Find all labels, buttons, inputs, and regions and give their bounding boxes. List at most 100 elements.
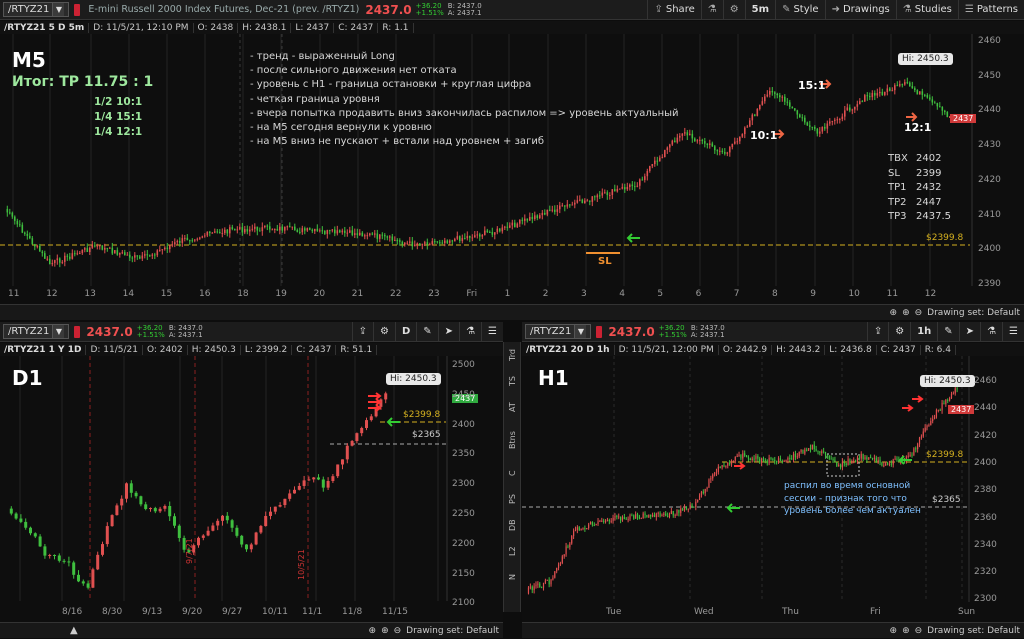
- candle: [230, 520, 234, 528]
- sidebar-tab-ts[interactable]: TS: [508, 368, 517, 394]
- sidebar-tab-c[interactable]: C: [508, 460, 517, 486]
- candle: [832, 459, 834, 461]
- x-tick-label: Tue: [606, 607, 622, 617]
- candle: [254, 226, 256, 229]
- zoom-out-icon[interactable]: ⊖: [394, 626, 402, 636]
- candle: [701, 139, 704, 142]
- h1-settings-button[interactable]: ⚙: [888, 322, 910, 341]
- candle: [29, 235, 31, 239]
- flask-icon: ⚗: [902, 4, 912, 15]
- sidebar-tab-ps[interactable]: PS: [508, 486, 517, 512]
- link-badge-icon[interactable]: [596, 325, 603, 338]
- h1-chart[interactable]: H1 Hi: 2450.3 $2399.8 $2365 2437 распил …: [522, 356, 1024, 622]
- candle: [509, 225, 511, 228]
- d1-studies-button[interactable]: ⚗: [459, 322, 481, 341]
- zoom-out-icon[interactable]: ⊖: [915, 626, 923, 636]
- candle: [121, 252, 124, 254]
- candle: [43, 546, 47, 556]
- flask-button[interactable]: ⚗: [700, 0, 723, 19]
- drawing-set-label[interactable]: Drawing set: Default: [927, 626, 1020, 636]
- candle: [171, 244, 174, 246]
- candle: [115, 505, 119, 516]
- sidebar-tab-l2[interactable]: L2: [508, 538, 517, 564]
- m5-chart[interactable]: M5 Итог: TP 11.75 : 1 1/2 10:1 1/4 15:1 …: [0, 34, 1024, 306]
- link-badge-icon[interactable]: [74, 3, 81, 16]
- zoom-in-icon[interactable]: ⊕: [381, 626, 389, 636]
- candle: [506, 226, 509, 228]
- candle: [704, 488, 706, 494]
- scroll-left-icon[interactable]: ▲: [70, 625, 78, 636]
- h1-studies-button[interactable]: ⚗: [980, 322, 1002, 341]
- y-tick-label: 2360: [974, 512, 997, 523]
- candle: [824, 126, 826, 129]
- candle: [496, 228, 499, 233]
- d1-symbol-selector[interactable]: /RTYZ21 ▼: [3, 324, 70, 339]
- candle: [909, 82, 911, 87]
- zoom-out-icon[interactable]: ⊖: [915, 308, 923, 318]
- sidebar-tab-trd[interactable]: Trd: [508, 342, 517, 368]
- h1-symbol-selector[interactable]: /RTYZ21 ▼: [525, 324, 592, 339]
- share-icon: ⇪: [358, 326, 367, 337]
- h1-drawings-button[interactable]: ➤: [958, 322, 980, 341]
- candle: [449, 240, 451, 243]
- d1-settings-button[interactable]: ⚙: [373, 322, 395, 341]
- candle: [273, 506, 277, 512]
- d1-drawings-button[interactable]: ➤: [437, 322, 459, 341]
- zoom-in-icon[interactable]: ⊕: [902, 626, 910, 636]
- patterns-button[interactable]: ☰ Patterns: [957, 0, 1024, 19]
- candle: [158, 508, 162, 512]
- candle: [534, 215, 536, 219]
- h1-timeframe-button[interactable]: 1h: [910, 322, 937, 341]
- sidebar-tab-n[interactable]: N: [508, 564, 517, 590]
- d1-timeframe-button[interactable]: D: [394, 322, 416, 341]
- candle: [741, 134, 744, 137]
- settings-button[interactable]: ⚙: [722, 0, 745, 19]
- candle: [249, 544, 253, 550]
- h1-share-button[interactable]: ⇪: [866, 322, 888, 341]
- candle: [581, 199, 584, 204]
- zoom-target-icon[interactable]: ⊕: [890, 308, 898, 318]
- candle: [764, 96, 766, 102]
- h1-patterns-button[interactable]: ☰: [1002, 322, 1024, 341]
- zoom-target-icon[interactable]: ⊕: [890, 626, 898, 636]
- candle: [561, 556, 563, 564]
- candle: [651, 514, 654, 517]
- zoom-in-icon[interactable]: ⊕: [902, 308, 910, 318]
- d1-style-button[interactable]: ✎: [416, 322, 437, 341]
- candle: [334, 229, 336, 234]
- drawings-button[interactable]: ➜ Drawings: [824, 0, 896, 19]
- candle: [56, 258, 59, 261]
- candle: [769, 90, 771, 95]
- d1-share-button[interactable]: ⇪: [351, 322, 373, 341]
- x-tick-label: 10/11: [262, 607, 288, 617]
- candle: [302, 480, 306, 486]
- candle: [446, 240, 449, 243]
- studies-button[interactable]: ⚗ Studies: [895, 0, 958, 19]
- candle: [245, 544, 248, 550]
- style-button[interactable]: ✎ Style: [775, 0, 825, 19]
- candle: [461, 238, 464, 242]
- candle: [631, 515, 633, 517]
- zoom-target-icon[interactable]: ⊕: [369, 626, 377, 636]
- sidebar-tab-at[interactable]: AT: [508, 394, 517, 420]
- candle: [926, 425, 928, 428]
- d1-patterns-button[interactable]: ☰: [481, 322, 503, 341]
- share-button[interactable]: ⇪ Share: [647, 0, 700, 19]
- drawing-set-label[interactable]: Drawing set: Default: [927, 308, 1020, 318]
- drawing-set-label[interactable]: Drawing set: Default: [406, 626, 499, 636]
- sidebar-tab-db[interactable]: DB: [508, 512, 517, 538]
- candle: [516, 223, 519, 228]
- candle: [821, 126, 824, 132]
- link-badge-icon[interactable]: [74, 325, 81, 338]
- sidebar-tab-btns[interactable]: Btns: [508, 420, 517, 460]
- candle: [749, 458, 751, 461]
- timeframe-button[interactable]: 5m: [744, 0, 775, 19]
- candle: [120, 498, 124, 506]
- h1-style-button[interactable]: ✎: [937, 322, 958, 341]
- candle: [411, 241, 414, 247]
- m5-symbol-selector[interactable]: /RTYZ21 ▼: [3, 2, 70, 17]
- h1-high-label: Hi: 2450.3: [920, 375, 975, 387]
- candle: [38, 536, 42, 547]
- y-tick-label: 2450: [452, 389, 475, 400]
- d1-chart[interactable]: D1 Hi: 2450.3 $2399.8 $2365 2437 9/7/21 …: [0, 356, 503, 622]
